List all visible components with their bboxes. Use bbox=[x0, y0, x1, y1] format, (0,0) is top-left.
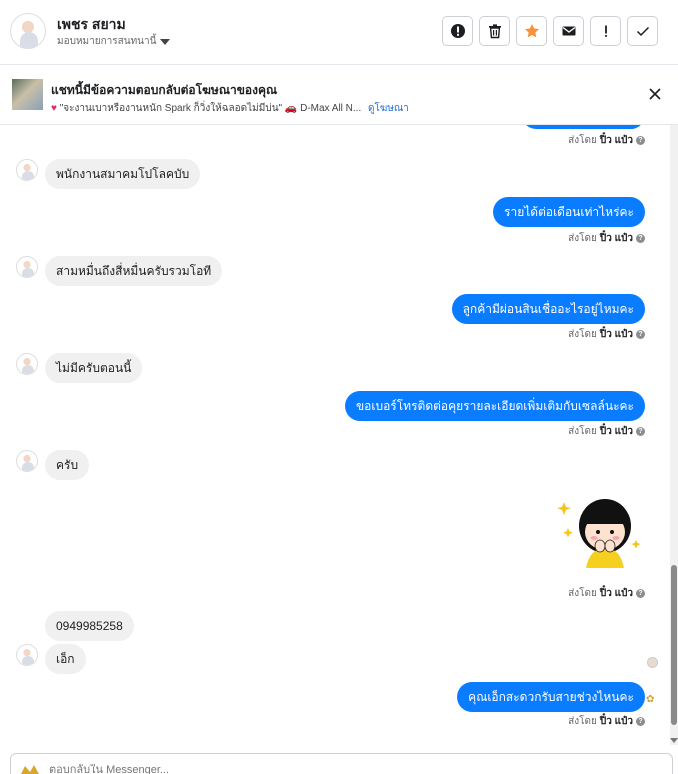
help-icon[interactable]: ? bbox=[636, 589, 645, 598]
sent-by-prefix: ส่งโดย bbox=[568, 135, 597, 146]
scrollbar-thumb[interactable] bbox=[671, 565, 677, 725]
message-bubble-incoming[interactable]: 0949985258 bbox=[45, 611, 134, 641]
view-ad-link[interactable]: ดูโฆษณา bbox=[368, 103, 409, 114]
contact-avatar-small bbox=[16, 450, 38, 472]
contact-avatar-small bbox=[16, 353, 38, 375]
delete-button[interactable] bbox=[479, 16, 510, 46]
message-bubble-outgoing[interactable]: ลูกค้ามีผ่อนสินเชื่ออะไรอยู่ไหมคะ bbox=[451, 294, 645, 324]
sent-by-label: ส่งโดย ปิ๋ว แป๋ว ? bbox=[568, 327, 645, 342]
contact-avatar-small bbox=[16, 159, 38, 181]
close-icon[interactable] bbox=[648, 87, 662, 101]
sent-by-prefix: ส่งโดย bbox=[568, 329, 597, 340]
conversation-toolbar bbox=[442, 16, 658, 46]
sent-by-prefix: ส่งโดย bbox=[568, 233, 597, 244]
sent-by-label: ส่งโดย ปิ๋ว แป๋ว ? bbox=[568, 133, 645, 148]
reply-input[interactable] bbox=[49, 764, 629, 774]
message-bubble-outgoing-partial[interactable] bbox=[522, 125, 645, 129]
help-icon[interactable]: ? bbox=[636, 136, 645, 145]
mark-unread-button[interactable] bbox=[553, 16, 584, 46]
sent-by-label: ส่งโดย ปิ๋ว แป๋ว ? bbox=[568, 424, 645, 439]
mark-spam-button[interactable] bbox=[442, 16, 473, 46]
message-bubble-incoming[interactable]: พนักงานสมาคมโปโลคบับ bbox=[45, 159, 201, 189]
contact-name[interactable]: เพชร สยาม bbox=[57, 14, 126, 36]
read-receipt-avatar bbox=[647, 657, 658, 668]
sender-name: ปิ๋ว แป๋ว bbox=[599, 426, 633, 437]
alert-circle-icon bbox=[450, 24, 465, 38]
contact-avatar-small bbox=[16, 644, 38, 666]
help-icon[interactable]: ? bbox=[636, 717, 645, 726]
caret-down-icon bbox=[160, 38, 171, 45]
sender-name: ปิ๋ว แป๋ว bbox=[599, 588, 633, 599]
ad-thumbnail[interactable] bbox=[12, 79, 43, 110]
reply-composer[interactable] bbox=[10, 753, 673, 774]
thread-scrollbar[interactable] bbox=[670, 125, 678, 745]
ad-banner-subtitle: ♥ "จะงานเบาหรืองานหนัก Spark ก็วิ่งให้ฉล… bbox=[51, 101, 409, 116]
contact-avatar[interactable] bbox=[10, 13, 46, 49]
star-icon bbox=[524, 24, 539, 38]
sticker-girl-icon[interactable] bbox=[556, 488, 646, 568]
conversation-header: เพชร สยาม มอบหมายการสนทนานี้ bbox=[0, 0, 678, 65]
sent-by-label: ส่งโดย ปิ๋ว แป๋ว ? bbox=[568, 231, 645, 246]
sender-name: ปิ๋ว แป๋ว bbox=[599, 716, 633, 727]
message-bubble-outgoing[interactable]: รายได้ต่อเดือนเท่าไหร่คะ bbox=[493, 197, 645, 227]
scroll-down-arrow-icon[interactable] bbox=[670, 738, 678, 743]
contact-avatar-small bbox=[16, 256, 38, 278]
message-bubble-incoming[interactable]: สามหมื่นถึงสี่หมื่นครับรวมโอที bbox=[45, 256, 223, 286]
message-thread[interactable]: ส่งโดย ปิ๋ว แป๋ว ? พนักงานสมาคมโปโลคบับ … bbox=[0, 125, 670, 745]
sent-by-label: ส่งโดย ปิ๋ว แป๋ว ? bbox=[568, 714, 645, 729]
assign-label: มอบหมายการสนทนานี้ bbox=[57, 36, 157, 47]
message-bubble-incoming[interactable]: เอ็ก bbox=[45, 644, 86, 674]
read-receipt-sticker-icon: ✿ bbox=[646, 694, 655, 705]
exclamation-icon bbox=[604, 25, 607, 37]
sender-name: ปิ๋ว แป๋ว bbox=[599, 135, 633, 146]
sent-by-prefix: ส่งโดย bbox=[568, 588, 597, 599]
help-icon[interactable]: ? bbox=[636, 234, 645, 243]
envelope-icon bbox=[562, 26, 575, 36]
sent-by-prefix: ส่งโดย bbox=[568, 716, 597, 727]
ad-caption: "จะงานเบาหรืองานหนัก Spark ก็วิ่งให้ฉลอด… bbox=[59, 103, 362, 114]
assign-conversation-dropdown[interactable]: มอบหมายการสนทนานี้ bbox=[57, 34, 171, 49]
sent-by-prefix: ส่งโดย bbox=[568, 426, 597, 437]
help-icon[interactable]: ? bbox=[636, 427, 645, 436]
message-bubble-incoming[interactable]: ครับ bbox=[45, 450, 90, 480]
heart-icon: ♥ bbox=[51, 103, 57, 114]
ad-banner-title: แชทนี้มีข้อความตอบกลับต่อโฆษณาของคุณ bbox=[51, 83, 278, 97]
trash-icon bbox=[488, 24, 501, 39]
mark-done-button[interactable] bbox=[627, 16, 658, 46]
sent-by-label: ส่งโดย ปิ๋ว แป๋ว ? bbox=[568, 586, 645, 601]
check-icon bbox=[636, 26, 649, 37]
message-bubble-outgoing[interactable]: ขอเบอร์โทรติดต่อคุยรายละเอียดเพิ่มเติมกั… bbox=[344, 391, 645, 421]
message-bubble-outgoing[interactable]: คุณเอ็กสะดวกรับสายช่วงไหนคะ bbox=[457, 682, 645, 712]
sender-name: ปิ๋ว แป๋ว bbox=[599, 233, 633, 244]
page-logo-icon bbox=[21, 765, 39, 774]
follow-up-button[interactable] bbox=[590, 16, 621, 46]
message-bubble-incoming[interactable]: ไม่มีครับตอนนี้ bbox=[45, 353, 143, 383]
help-icon[interactable]: ? bbox=[636, 330, 645, 339]
ad-reply-banner: แชทนี้มีข้อความตอบกลับต่อโฆษณาของคุณ ♥ "… bbox=[0, 65, 678, 125]
star-button[interactable] bbox=[516, 16, 547, 46]
sender-name: ปิ๋ว แป๋ว bbox=[599, 329, 633, 340]
